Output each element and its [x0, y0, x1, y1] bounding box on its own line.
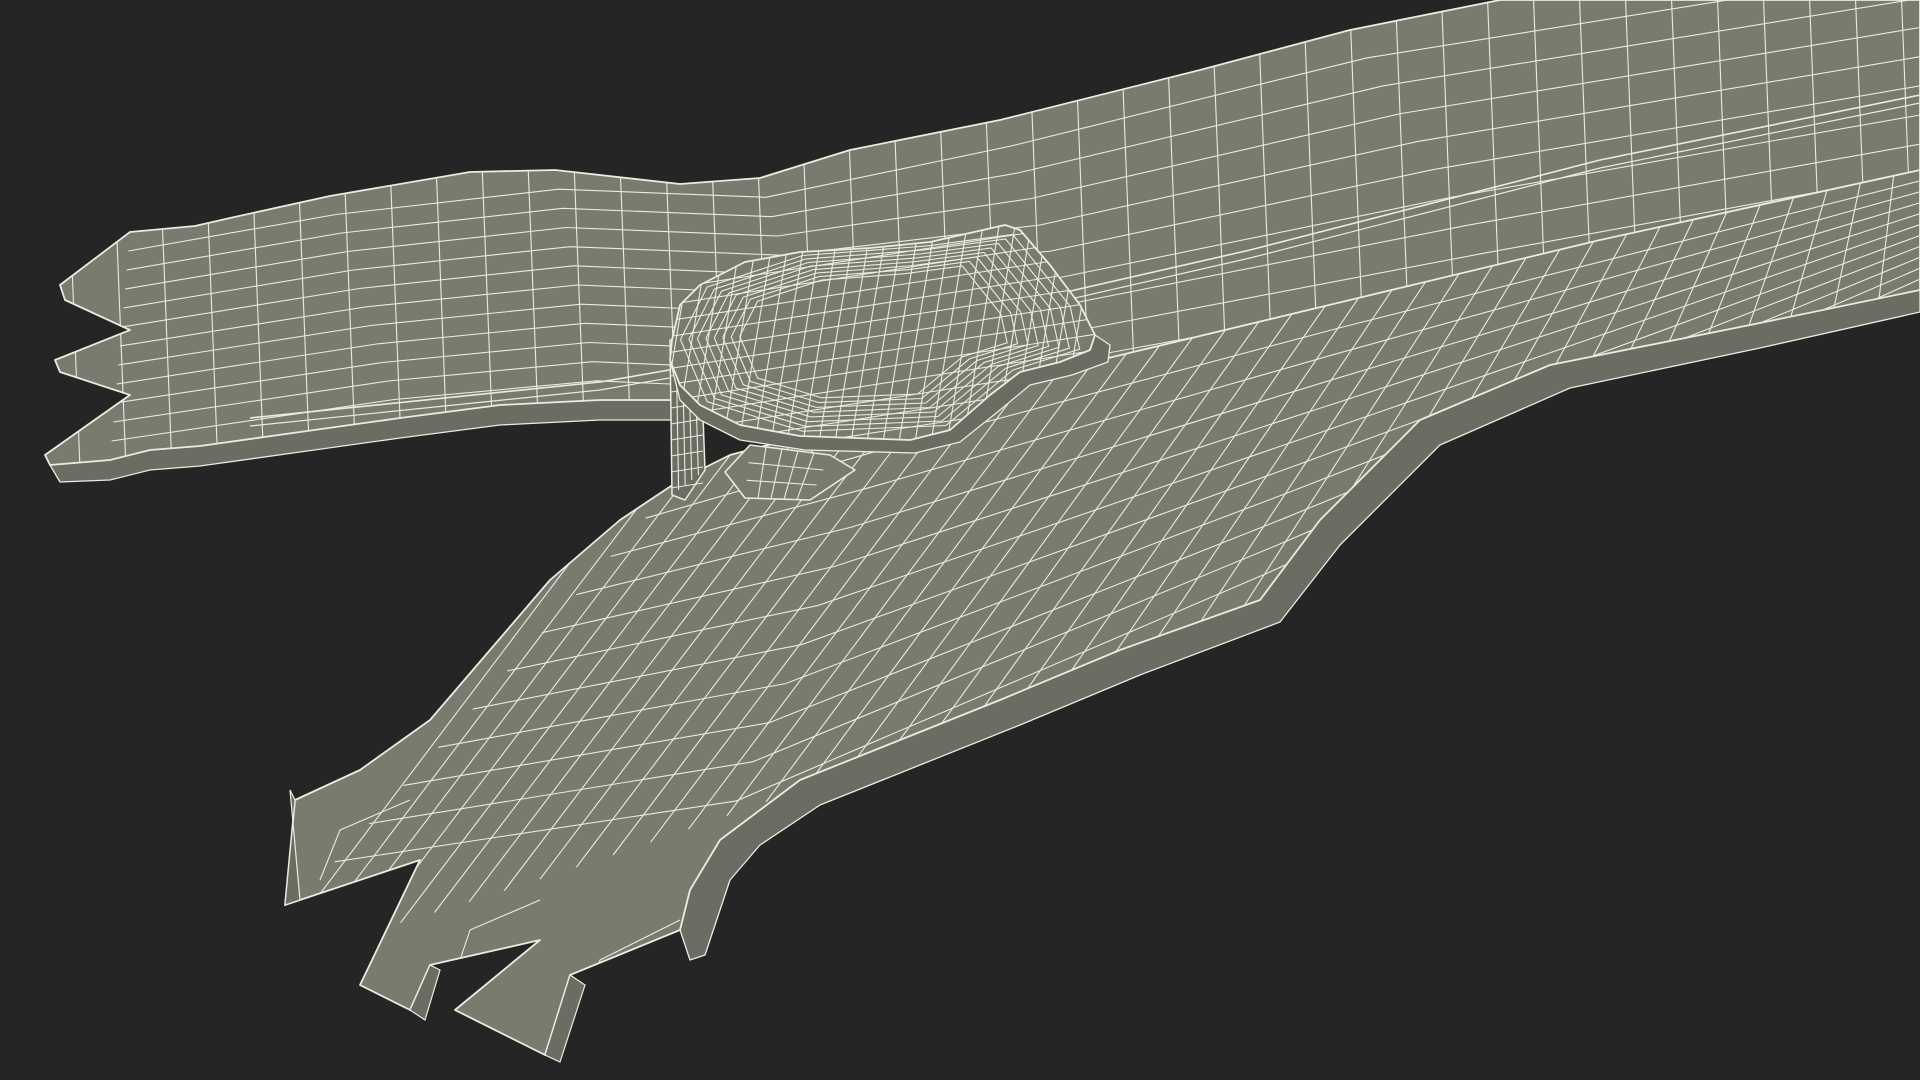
render-viewport	[0, 0, 1920, 1080]
wireframe-render	[0, 0, 1920, 1080]
